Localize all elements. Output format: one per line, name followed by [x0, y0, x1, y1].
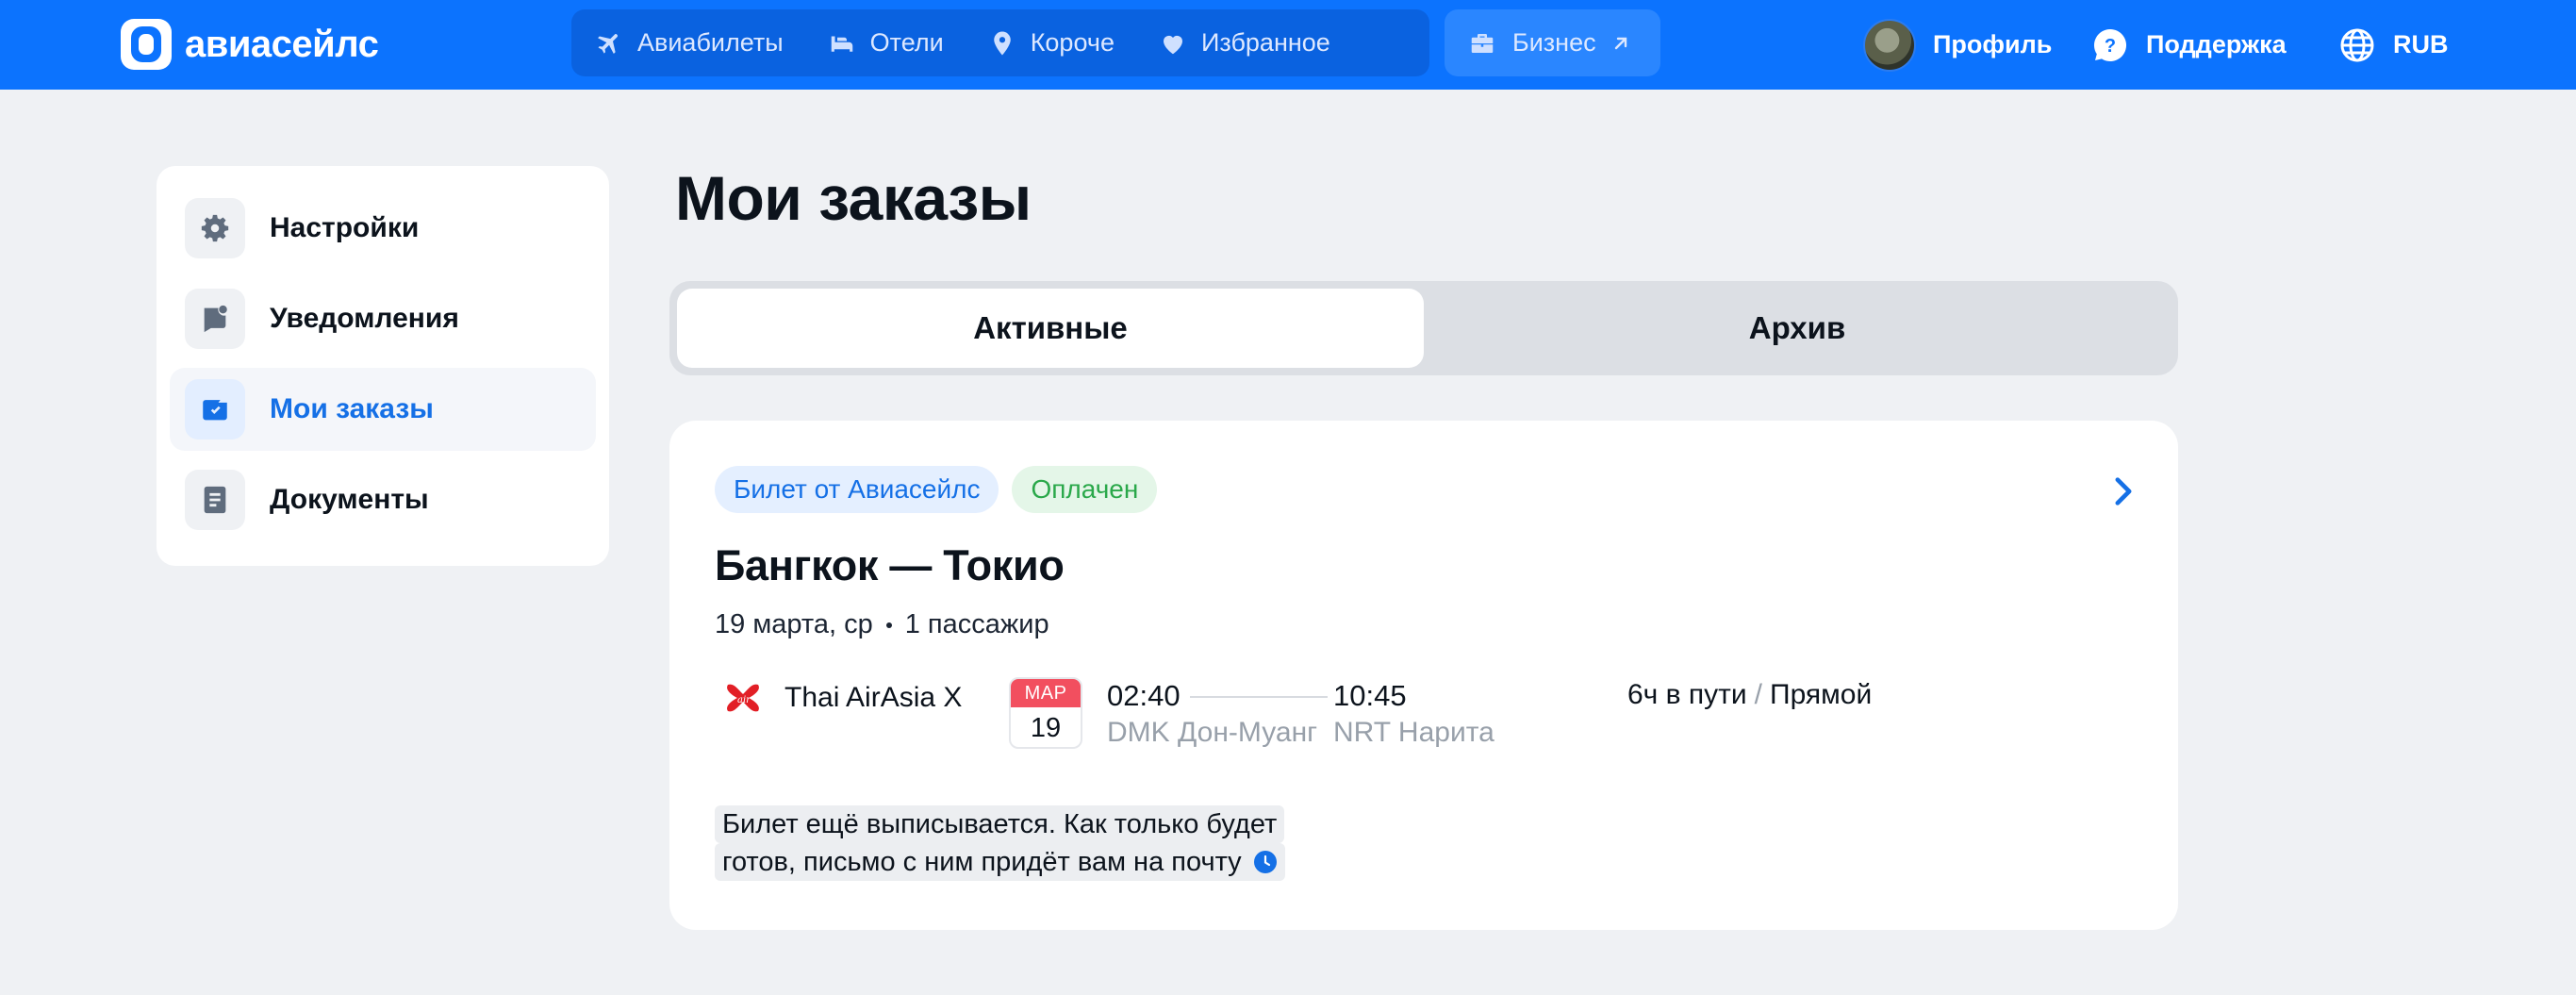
airline-name: Thai AirAsia X: [784, 682, 963, 713]
departure-airport: DMK Дон-Муанг: [1107, 717, 1318, 748]
avatar: [1863, 18, 1916, 72]
briefcase-icon: [1467, 28, 1497, 58]
date-chip-month: МАР: [1011, 679, 1081, 707]
help-icon: ?: [2091, 26, 2129, 64]
page-title: Мои заказы: [675, 163, 1032, 233]
passenger-count: 1 пассажир: [904, 609, 1049, 639]
arrival-airport: NRT Нарита: [1333, 717, 1494, 748]
business-label: Бизнес: [1512, 28, 1596, 57]
nav-short[interactable]: Короче: [987, 9, 1115, 76]
plane-icon: [594, 28, 624, 58]
profile-link[interactable]: Профиль: [1863, 0, 2052, 90]
notification-icon: [185, 289, 245, 349]
order-badges: Билет от Авиасейлс Оплачен: [715, 466, 1158, 513]
aviasales-logo-icon: [121, 19, 172, 70]
flight-date: 19 марта, ср: [715, 609, 873, 639]
sidebar-item-label: Уведомления: [270, 303, 459, 334]
globe-icon: [2338, 26, 2376, 64]
sidebar-item-label: Мои заказы: [270, 393, 434, 424]
clock-icon: [1253, 850, 1278, 874]
heart-icon: [1158, 28, 1188, 58]
gear-icon: [185, 198, 245, 258]
currency-selector[interactable]: RUB: [2338, 0, 2449, 90]
order-card[interactable]: Билет от Авиасейлс Оплачен Бангкок — Ток…: [669, 421, 2178, 930]
orders-tabs: Активные Архив: [669, 281, 2178, 375]
map-pin-icon: [987, 28, 1017, 58]
notice-line-1: Билет ещё выписывается. Как только будет: [715, 805, 1285, 843]
tab-archive[interactable]: Архив: [1424, 289, 2171, 368]
flight-line: [1190, 696, 1328, 698]
currency-label: RUB: [2393, 30, 2449, 58]
sidebar-item-documents[interactable]: Документы: [170, 458, 596, 541]
nav-short-label: Короче: [1030, 28, 1115, 57]
arrival-time: 10:45: [1333, 679, 1407, 712]
support-link[interactable]: ? Поддержка: [2091, 0, 2287, 90]
profile-label: Профиль: [1933, 30, 2053, 58]
duration-separator: /: [1754, 679, 1763, 710]
bed-icon: [827, 28, 857, 58]
order-meta: 19 марта, ср 1 пассажир: [715, 609, 1049, 640]
date-chip: МАР 19: [1009, 677, 1082, 749]
sidebar-item-label: Документы: [270, 484, 429, 515]
document-icon: [185, 470, 245, 530]
sidebar-item-notifications[interactable]: Уведомления: [170, 277, 596, 360]
external-arrow-icon: [1610, 32, 1632, 55]
date-chip-day: 19: [1030, 712, 1062, 743]
logo-text: авиасейлс: [185, 23, 379, 65]
notice-line-2: готов, письмо с ним придёт вам на почту: [722, 847, 1242, 877]
notice-line-2-wrap: готов, письмо с ним придёт вам на почту: [715, 843, 1285, 881]
chevron-right-icon[interactable]: [2110, 475, 2137, 512]
airline: air Thai AirAsia X: [722, 677, 962, 719]
status-badge: Оплачен: [1012, 466, 1158, 513]
stops-text: Прямой: [1770, 679, 1873, 710]
route-title: Бангкок — Токио: [715, 541, 1065, 589]
svg-text:air: air: [737, 695, 751, 705]
flight-duration: 6ч в пути / Прямой: [1627, 679, 1872, 711]
wallet-icon: [185, 379, 245, 439]
ticket-source-badge: Билет от Авиасейлс: [715, 466, 999, 513]
nav-flights[interactable]: Авиабилеты: [594, 9, 784, 76]
ticket-issuing-notice: Билет ещё выписывается. Как только будет…: [715, 805, 1285, 881]
separator-dot: [885, 622, 892, 628]
duration-text: 6ч в пути: [1627, 679, 1747, 710]
aviasales-logo[interactable]: авиасейлс: [121, 19, 379, 70]
account-sidebar: Настройки Уведомления Мои заказы Докумен…: [157, 166, 609, 566]
main-nav: Авиабилеты Отели Короче Избранное: [571, 9, 1429, 76]
support-label: Поддержка: [2146, 30, 2287, 58]
departure-time: 02:40: [1107, 679, 1181, 712]
business-link[interactable]: Бизнес: [1445, 9, 1660, 76]
airasia-logo-icon: air: [722, 677, 764, 719]
sidebar-item-label: Настройки: [270, 212, 420, 243]
top-navigation-bar: авиасейлс Авиабилеты Отели Короче Избран…: [0, 0, 2576, 90]
svg-text:?: ?: [2105, 36, 2116, 57]
sidebar-item-orders[interactable]: Мои заказы: [170, 368, 596, 451]
sidebar-item-settings[interactable]: Настройки: [170, 187, 596, 270]
nav-favorites[interactable]: Избранное: [1158, 9, 1330, 76]
nav-hotels-label: Отели: [869, 28, 944, 57]
nav-favorites-label: Избранное: [1200, 28, 1330, 57]
tab-active[interactable]: Активные: [677, 289, 1424, 368]
nav-flights-label: Авиабилеты: [637, 28, 784, 57]
nav-hotels[interactable]: Отели: [827, 9, 944, 76]
